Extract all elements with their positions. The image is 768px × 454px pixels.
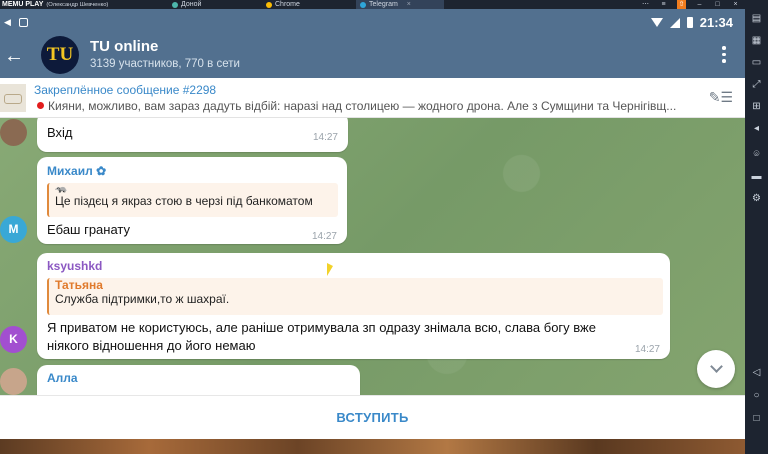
wifi-icon	[650, 18, 663, 27]
menu-icon[interactable]: ≡	[659, 0, 668, 9]
join-label: ВСТУПИТЬ	[336, 410, 409, 425]
location-icon[interactable]: ⌾	[751, 149, 762, 160]
status-right: 21:34	[650, 9, 733, 36]
upload-icon[interactable]: ⇧	[677, 0, 686, 9]
desktop-background	[0, 439, 745, 454]
chat-header: ← TU TU online 3139 участников, 770 в се…	[0, 36, 745, 78]
quote-sticker: 🦡	[55, 183, 68, 194]
nav-recents-icon[interactable]: □	[751, 413, 762, 424]
chevron-down-icon	[709, 360, 723, 373]
nav-back-icon[interactable]: ◁	[751, 367, 762, 378]
more-icon[interactable]: ⋯	[641, 0, 650, 9]
avatar-letter: K	[9, 332, 18, 346]
emulator-window: MEMU PLAY (Олександр Шевченко) Доной Chro…	[0, 0, 768, 454]
message-text: Ебаш гранату	[47, 222, 131, 237]
reply-quote[interactable]: Татьяна Служба підтримки,то ж шахраї.	[47, 278, 663, 315]
tab-label: Доной	[181, 1, 202, 8]
battery-icon	[686, 17, 693, 28]
gear-icon[interactable]: ⚙	[751, 193, 762, 204]
message-bubble[interactable]: Алла	[37, 365, 360, 395]
tab-label: Telegram	[369, 1, 398, 8]
tab-close-icon[interactable]: ×	[407, 0, 411, 9]
android-status-bar: ◀ 21:34	[0, 9, 745, 36]
emulator-tab-donoi[interactable]: Доной	[172, 0, 201, 9]
scroll-down-button[interactable]	[697, 350, 735, 388]
avatar[interactable]	[0, 119, 27, 146]
avatar-letter: M	[8, 222, 19, 236]
telegram-icon	[360, 1, 366, 8]
pinned-title: Закреплённое сообщение #2298	[34, 83, 217, 97]
chrome-icon	[266, 1, 272, 8]
message-time: 14:27	[311, 231, 337, 242]
fullscreen-icon[interactable]: ⤢	[751, 79, 762, 90]
quote-text: Це піздєц я якраз стою в черзі під банко…	[55, 194, 313, 208]
screen-icon[interactable]: ▭	[751, 57, 762, 68]
keyboard-icon[interactable]: ▤	[751, 13, 762, 24]
notification-icon	[18, 18, 28, 27]
pinned-text: Кияни, можливо, вам зараз дадуть відбій:…	[37, 99, 702, 113]
emulator-window-controls: ⋯ ≡ ⇧ – □ ×	[641, 0, 740, 9]
tab-label: Chrome	[275, 1, 300, 8]
mouse-cursor	[327, 263, 333, 276]
message-text: Вхід	[47, 125, 73, 140]
pinned-thumbnail	[0, 84, 26, 112]
chat-title[interactable]: TU online	[90, 38, 158, 55]
avatar[interactable]	[0, 368, 27, 395]
minimize-button[interactable]: –	[695, 0, 704, 9]
avatar[interactable]: M	[0, 216, 27, 243]
red-circle-icon	[37, 102, 44, 109]
chat-subtitle: 3139 участников, 770 в сети	[90, 58, 240, 70]
status-time: 21:34	[699, 15, 733, 30]
reply-quote[interactable]: 🦡 Це піздєц я якраз стою в черзі під бан…	[47, 183, 338, 217]
emulator-tab-telegram[interactable]: Telegram ×	[356, 0, 444, 9]
add-app-icon[interactable]: ⊞	[751, 101, 762, 112]
quote-text: Служба підтримки,то ж шахраї.	[55, 292, 230, 306]
message-time: 14:27	[312, 132, 338, 143]
chat-area[interactable]: Вхід 14:27 M Михаил ✿ 🦡 Це піздєц я якра…	[0, 118, 745, 395]
message-time: 14:27	[634, 344, 660, 355]
nav-home-icon[interactable]: ○	[751, 390, 762, 401]
message-bubble[interactable]: Михаил ✿ 🦡 Це піздєц я якраз стою в черз…	[37, 157, 347, 244]
emulator-titlebar: MEMU PLAY (Олександр Шевченко) Доной Chro…	[0, 0, 768, 9]
signal-icon	[669, 17, 680, 28]
pinned-message-bar[interactable]: Закреплённое сообщение #2298 Кияни, можл…	[0, 78, 745, 118]
message-bubble[interactable]: ksyushkd Татьяна Служба підтримки,то ж ш…	[37, 253, 670, 359]
more-vertical-icon[interactable]	[721, 46, 727, 63]
maximize-button[interactable]: □	[713, 0, 722, 9]
keymap-icon[interactable]: ▦	[751, 35, 762, 46]
join-button[interactable]: ВСТУПИТЬ	[0, 395, 745, 439]
message-text: Я приватом не користуюсь, але раніше отр…	[47, 320, 596, 353]
emulator-side-toolbar: ▤ ▦ ▭ ⤢ ⊞ ◂ ⌾ ▬ ⚙ ◁ ○ □	[745, 9, 768, 454]
quote-author: Татьяна	[55, 278, 103, 292]
volume-icon[interactable]: ◂	[751, 123, 762, 134]
folder-icon[interactable]: ▬	[751, 171, 762, 182]
avatar[interactable]: K	[0, 326, 27, 353]
emulator-tab-chrome[interactable]: Chrome	[266, 0, 300, 9]
sender-name[interactable]: Алла	[47, 371, 78, 385]
sender-name[interactable]: ksyushkd	[47, 259, 102, 273]
message-bubble[interactable]: Вхід 14:27	[37, 118, 348, 152]
triangle-icon: ◀	[4, 17, 11, 27]
channel-avatar[interactable]: TU	[41, 36, 79, 74]
pinned-list-icon[interactable]: ✎☰	[709, 89, 733, 106]
close-button[interactable]: ×	[731, 0, 740, 9]
app-icon	[172, 1, 178, 8]
arrow-left-icon[interactable]: ←	[4, 44, 24, 68]
sender-name[interactable]: Михаил ✿	[47, 164, 106, 178]
